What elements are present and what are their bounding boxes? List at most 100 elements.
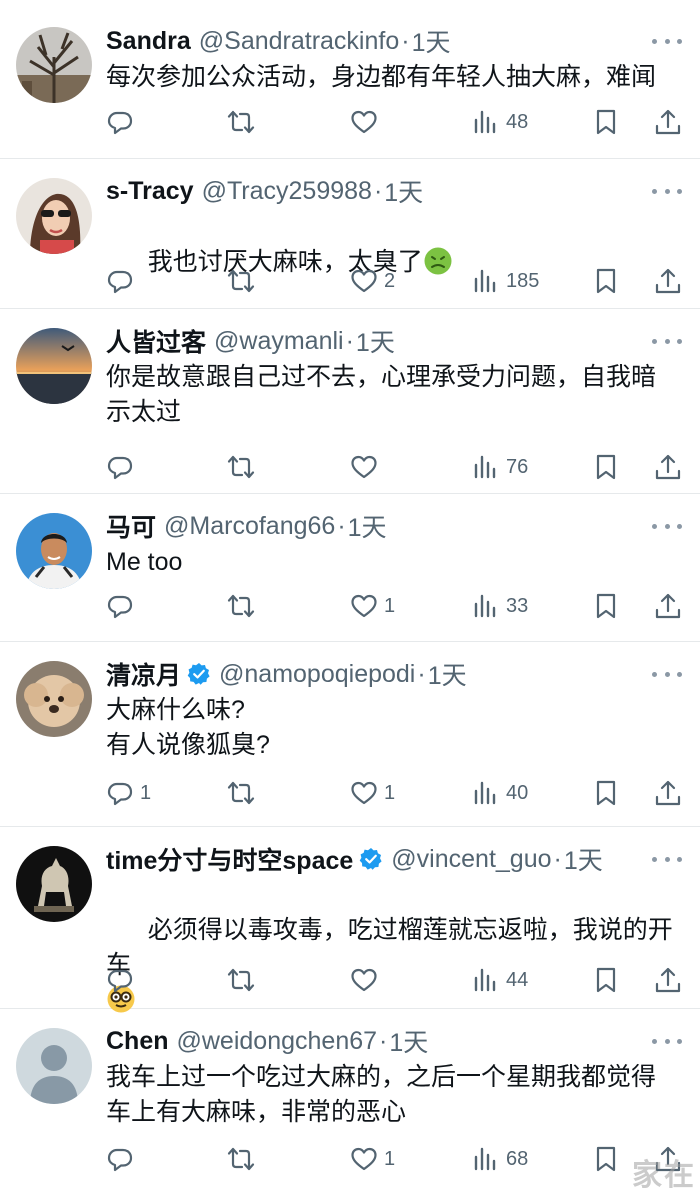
bookmark-icon — [596, 780, 616, 806]
bookmark-button[interactable] — [592, 586, 620, 626]
like-button[interactable] — [350, 102, 384, 142]
tweet-header: s-Tracy @Tracy259988 · 1天 — [106, 173, 630, 209]
avatar[interactable] — [16, 1028, 92, 1104]
action-bar: 48 — [106, 102, 684, 142]
reply-button[interactable] — [106, 102, 140, 142]
more-icon[interactable] — [652, 31, 682, 51]
timestamp[interactable]: 1天 — [356, 323, 395, 359]
more-icon[interactable] — [652, 181, 682, 201]
user-handle[interactable]: @vincent_guo — [391, 845, 551, 874]
like-button[interactable]: 2 — [350, 261, 395, 301]
view-count: 33 — [506, 594, 529, 617]
timestamp[interactable]: 1天 — [564, 841, 603, 877]
retweet-button[interactable] — [227, 773, 255, 813]
reply-icon — [107, 456, 133, 480]
user-handle[interactable]: @namopoqiepodi — [219, 660, 415, 689]
display-name[interactable]: time分寸与时空space — [106, 841, 353, 877]
share-button[interactable] — [654, 447, 682, 487]
like-button[interactable] — [350, 960, 384, 1000]
retweet-button[interactable] — [227, 261, 255, 301]
views-button[interactable]: 44 — [472, 960, 528, 1000]
display-name[interactable]: s-Tracy — [106, 177, 194, 206]
timestamp[interactable]: 1天 — [389, 1023, 428, 1059]
reply-button[interactable] — [106, 261, 140, 301]
heart-icon — [351, 968, 377, 992]
avatar[interactable] — [16, 846, 92, 922]
tweet-header: 人皆过客 @waymanli · 1天 — [106, 323, 630, 359]
bookmark-icon — [596, 593, 616, 619]
share-button[interactable] — [654, 773, 682, 813]
views-button[interactable]: 185 — [472, 261, 539, 301]
retweet-button[interactable] — [227, 447, 255, 487]
share-button[interactable] — [654, 586, 682, 626]
more-icon[interactable] — [652, 331, 682, 351]
views-button[interactable]: 76 — [472, 447, 528, 487]
tweet[interactable]: s-Tracy @Tracy259988 · 1天 我也讨厌大麻味，太臭了 2 … — [0, 159, 700, 309]
timestamp[interactable]: 1天 — [412, 23, 451, 59]
tweet[interactable]: 人皆过客 @waymanli · 1天 你是故意跟自己过不去，心理承受力问题，自… — [0, 309, 700, 494]
reply-button[interactable] — [106, 1139, 140, 1179]
share-button[interactable] — [654, 960, 682, 1000]
views-button[interactable]: 33 — [472, 586, 528, 626]
retweet-button[interactable] — [227, 960, 255, 1000]
avatar[interactable] — [16, 513, 92, 589]
bookmark-button[interactable] — [592, 960, 620, 1000]
timestamp[interactable]: 1天 — [428, 656, 467, 692]
timestamp[interactable]: 1天 — [384, 173, 423, 209]
views-icon — [474, 968, 496, 992]
bookmark-button[interactable] — [592, 102, 620, 142]
views-button[interactable]: 68 — [472, 1139, 528, 1179]
user-handle[interactable]: @Tracy259988 — [202, 177, 372, 206]
tweet[interactable]: 清凉月 @namopoqiepodi · 1天 大麻什么味? 有人说像狐臭? 1… — [0, 642, 700, 827]
display-name[interactable]: Chen — [106, 1027, 169, 1056]
tweet[interactable]: Sandra @Sandratrackinfo · 1天 每次参加公众活动，身边… — [0, 0, 700, 159]
display-name[interactable]: 人皆过客 — [106, 323, 206, 359]
like-button[interactable] — [350, 447, 384, 487]
like-button[interactable]: 1 — [350, 586, 395, 626]
reply-button[interactable] — [106, 586, 140, 626]
more-icon[interactable] — [652, 1031, 682, 1051]
bookmark-button[interactable] — [592, 261, 620, 301]
user-handle[interactable]: @Sandratrackinfo — [199, 27, 399, 56]
display-name[interactable]: 清凉月 — [106, 656, 181, 692]
retweet-button[interactable] — [227, 102, 255, 142]
like-button[interactable]: 1 — [350, 773, 395, 813]
avatar[interactable] — [16, 661, 92, 737]
reply-button[interactable] — [106, 447, 140, 487]
reply-button[interactable] — [106, 960, 140, 1000]
reply-icon — [107, 969, 133, 993]
retweet-button[interactable] — [227, 586, 255, 626]
share-button[interactable] — [654, 261, 682, 301]
bookmark-button[interactable] — [592, 773, 620, 813]
avatar[interactable] — [16, 178, 92, 254]
user-handle[interactable]: @Marcofang66 — [164, 512, 335, 541]
more-icon[interactable] — [652, 516, 682, 536]
views-button[interactable]: 48 — [472, 102, 528, 142]
avatar[interactable] — [16, 27, 92, 103]
display-name[interactable]: Sandra — [106, 27, 191, 56]
more-icon[interactable] — [652, 849, 682, 869]
user-handle[interactable]: @weidongchen67 — [177, 1027, 378, 1056]
retweet-icon — [227, 455, 255, 479]
timestamp[interactable]: 1天 — [348, 508, 387, 544]
avatar[interactable] — [16, 328, 92, 404]
tweet-header: 清凉月 @namopoqiepodi · 1天 — [106, 656, 630, 692]
views-icon — [474, 594, 496, 618]
retweet-button[interactable] — [227, 1139, 255, 1179]
heart-icon — [351, 269, 377, 293]
bookmark-button[interactable] — [592, 1139, 620, 1179]
retweet-icon — [227, 1147, 255, 1171]
tweet[interactable]: 马可 @Marcofang66 · 1天 Me too 1 33 — [0, 494, 700, 642]
tweet[interactable]: time分寸与时空space @vincent_guo · 1天 必须得以毒攻毒… — [0, 827, 700, 1013]
share-button[interactable] — [654, 102, 682, 142]
like-button[interactable]: 1 — [350, 1139, 395, 1179]
views-button[interactable]: 40 — [472, 773, 528, 813]
user-handle[interactable]: @waymanli — [214, 327, 344, 356]
reply-button[interactable]: 1 — [106, 773, 151, 813]
heart-icon — [351, 1147, 377, 1171]
view-count: 185 — [506, 269, 540, 292]
more-icon[interactable] — [652, 664, 682, 684]
tweet[interactable]: Chen @weidongchen67 · 1天 我车上过一个吃过大麻的，之后一… — [0, 1009, 700, 1198]
display-name[interactable]: 马可 — [106, 508, 156, 544]
bookmark-button[interactable] — [592, 447, 620, 487]
